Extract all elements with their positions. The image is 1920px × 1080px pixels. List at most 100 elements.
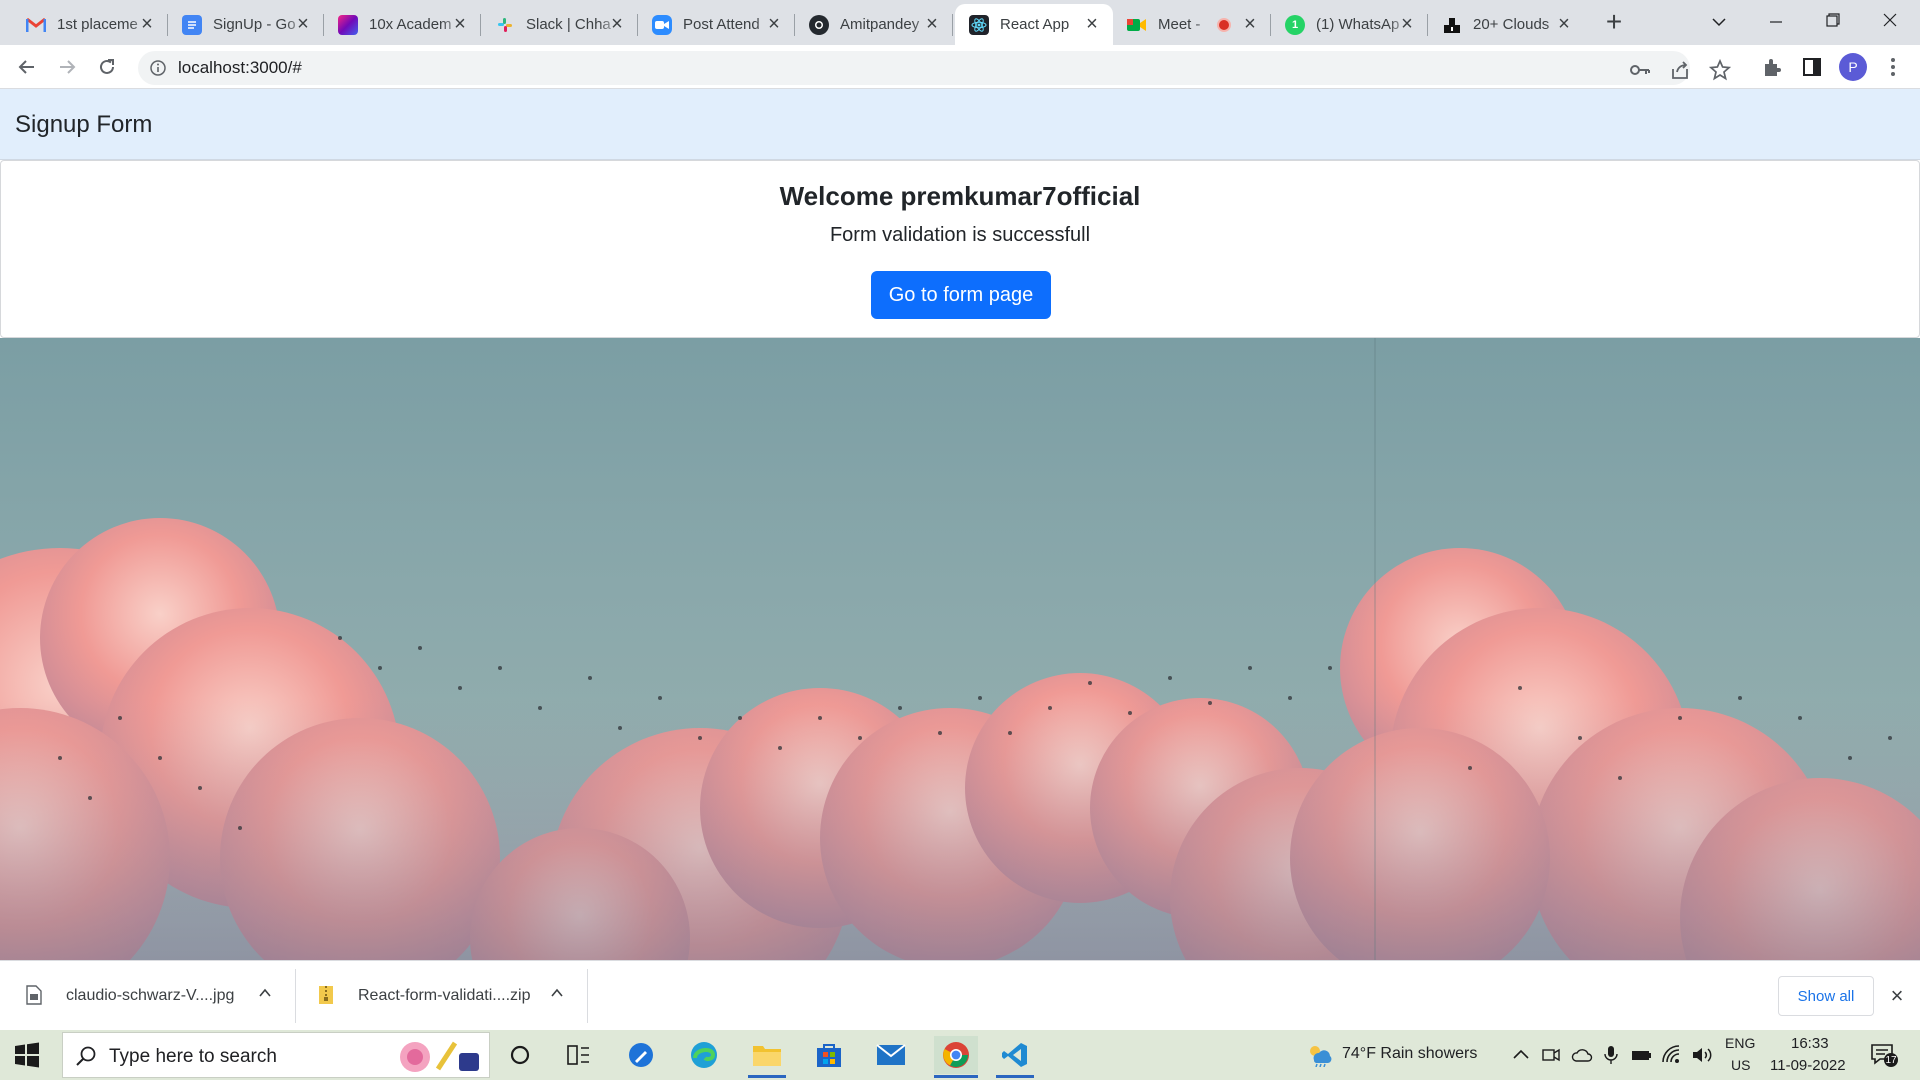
download-item[interactable]: claudio-schwarz-V....jpg xyxy=(26,961,276,1031)
tab-title: Meet - xyxy=(1158,16,1201,33)
edge-browser-icon[interactable] xyxy=(685,1036,723,1074)
gmail-icon xyxy=(26,15,46,35)
active-indicator xyxy=(934,1075,978,1078)
success-message: Form validation is successfull xyxy=(829,224,1091,246)
close-window-button[interactable] xyxy=(1870,6,1910,36)
site-info-icon[interactable] xyxy=(149,59,167,77)
tab-gmail[interactable]: 1st placeme × xyxy=(12,4,168,45)
close-icon[interactable]: × xyxy=(1398,14,1416,34)
tab-signup-docs[interactable]: SignUp - Go × xyxy=(168,4,324,45)
download-filename: claudio-schwarz-V....jpg xyxy=(66,987,235,1004)
windows-taskbar: Type here to search 74°F Rain showers EN… xyxy=(0,1030,1920,1080)
tab-separator xyxy=(952,14,953,36)
back-button[interactable] xyxy=(13,53,41,81)
region-indicator[interactable]: US xyxy=(1731,1057,1750,1073)
close-icon[interactable]: × xyxy=(138,14,156,34)
page-viewport: Signup Form Welcome premkumar7official F… xyxy=(0,89,1920,960)
search-placeholder: Type here to search xyxy=(109,1046,277,1067)
close-icon[interactable]: × xyxy=(923,14,941,34)
tab-meet[interactable]: Meet - × xyxy=(1113,4,1271,45)
close-icon[interactable]: × xyxy=(608,14,626,34)
tab-search-chevron-icon[interactable] xyxy=(1699,6,1739,36)
github-icon xyxy=(809,14,829,35)
tab-title: Amitpandey xyxy=(840,16,920,33)
onedrive-cloud-icon[interactable] xyxy=(1571,1045,1593,1065)
address-bar[interactable]: localhost:3000/# xyxy=(138,51,1732,85)
active-indicator xyxy=(748,1075,786,1078)
share-icon[interactable] xyxy=(1669,59,1691,81)
navbar-brand[interactable]: Signup Form xyxy=(15,111,152,139)
downloads-bar: claudio-schwarz-V....jpg React-form-vali… xyxy=(0,960,1920,1030)
download-separator xyxy=(587,969,588,1023)
vscode-icon[interactable] xyxy=(996,1036,1034,1078)
pen-app-icon[interactable] xyxy=(622,1036,660,1074)
chevron-up-icon[interactable] xyxy=(550,986,568,1004)
language-indicator[interactable]: ENG xyxy=(1725,1035,1755,1051)
download-item[interactable]: React-form-validati....zip xyxy=(318,961,568,1031)
tab-whatsapp[interactable]: 1 (1) WhatsAp × xyxy=(1271,4,1428,45)
download-separator xyxy=(295,969,296,1023)
volume-icon[interactable] xyxy=(1691,1045,1712,1065)
tab-10x-academy[interactable]: 10x Academ × xyxy=(324,4,481,45)
extensions-icon[interactable] xyxy=(1760,55,1784,79)
chevron-up-icon[interactable] xyxy=(1511,1045,1531,1065)
minimize-button[interactable] xyxy=(1756,6,1796,36)
windows-start-icon[interactable] xyxy=(14,1042,40,1068)
close-icon[interactable]: × xyxy=(1241,14,1259,34)
slack-icon xyxy=(495,15,515,35)
go-to-form-button[interactable]: Go to form page xyxy=(871,271,1051,319)
tab-title: React App xyxy=(1000,16,1070,33)
whatsapp-icon: 1 xyxy=(1285,14,1305,35)
weather-text[interactable]: 74°F Rain showers xyxy=(1342,1045,1477,1063)
taskbar-search-input[interactable]: Type here to search xyxy=(62,1032,490,1078)
weather-rain-icon[interactable] xyxy=(1306,1043,1332,1069)
cortana-icon[interactable] xyxy=(501,1036,539,1074)
zoom-icon xyxy=(652,14,672,35)
active-indicator xyxy=(996,1075,1034,1078)
tab-clouds[interactable]: 20+ Clouds × xyxy=(1428,4,1585,45)
forward-button[interactable] xyxy=(53,53,81,81)
recording-icon xyxy=(1217,18,1231,32)
meet-now-icon[interactable] xyxy=(1541,1045,1561,1065)
chevron-up-icon[interactable] xyxy=(258,986,276,1004)
side-panel-icon[interactable] xyxy=(1800,55,1824,79)
clock-date[interactable]: 11-09-2022 xyxy=(1770,1057,1846,1074)
battery-icon[interactable] xyxy=(1631,1045,1651,1065)
reload-button[interactable] xyxy=(93,53,121,81)
task-view-icon[interactable] xyxy=(560,1036,598,1074)
file-explorer-icon[interactable] xyxy=(748,1036,786,1078)
bookmark-star-icon[interactable] xyxy=(1708,58,1732,81)
tab-slack[interactable]: Slack | Chha × xyxy=(481,4,638,45)
restore-button[interactable] xyxy=(1813,6,1853,36)
url-text[interactable]: localhost:3000/# xyxy=(178,58,302,78)
microphone-icon[interactable] xyxy=(1601,1045,1621,1065)
chrome-icon[interactable] xyxy=(934,1036,978,1078)
welcome-card: Welcome premkumar7official Form validati… xyxy=(0,160,1920,338)
close-icon[interactable]: × xyxy=(294,14,312,34)
show-all-downloads-button[interactable]: Show all xyxy=(1778,976,1874,1016)
zip-file-icon xyxy=(318,985,336,1007)
profile-avatar[interactable]: P xyxy=(1839,53,1867,81)
tab-zoom[interactable]: Post Attend × xyxy=(638,4,795,45)
docs-icon xyxy=(182,14,202,35)
close-icon[interactable]: × xyxy=(765,14,783,34)
close-icon[interactable]: × xyxy=(451,14,469,34)
close-icon[interactable]: × xyxy=(1555,14,1573,34)
tab-react-app[interactable]: React App × xyxy=(955,4,1113,45)
download-filename: React-form-validati....zip xyxy=(358,987,531,1004)
store-icon[interactable] xyxy=(810,1036,848,1074)
wifi-icon[interactable] xyxy=(1661,1045,1681,1065)
background-image xyxy=(0,338,1920,960)
key-icon[interactable] xyxy=(1629,59,1651,81)
menu-kebab-icon[interactable] xyxy=(1881,55,1905,79)
new-tab-button[interactable]: + xyxy=(1600,8,1628,36)
academy-icon xyxy=(338,14,358,35)
clock-time[interactable]: 16:33 xyxy=(1791,1035,1829,1052)
tab-github[interactable]: Amitpandey × xyxy=(795,4,953,45)
image-file-icon xyxy=(26,985,44,1007)
close-downloads-icon[interactable]: × xyxy=(1886,985,1908,1007)
meet-icon xyxy=(1127,15,1147,35)
mail-icon[interactable] xyxy=(872,1036,910,1074)
close-icon[interactable]: × xyxy=(1083,14,1101,34)
notification-count: 17 xyxy=(1885,1055,1897,1066)
